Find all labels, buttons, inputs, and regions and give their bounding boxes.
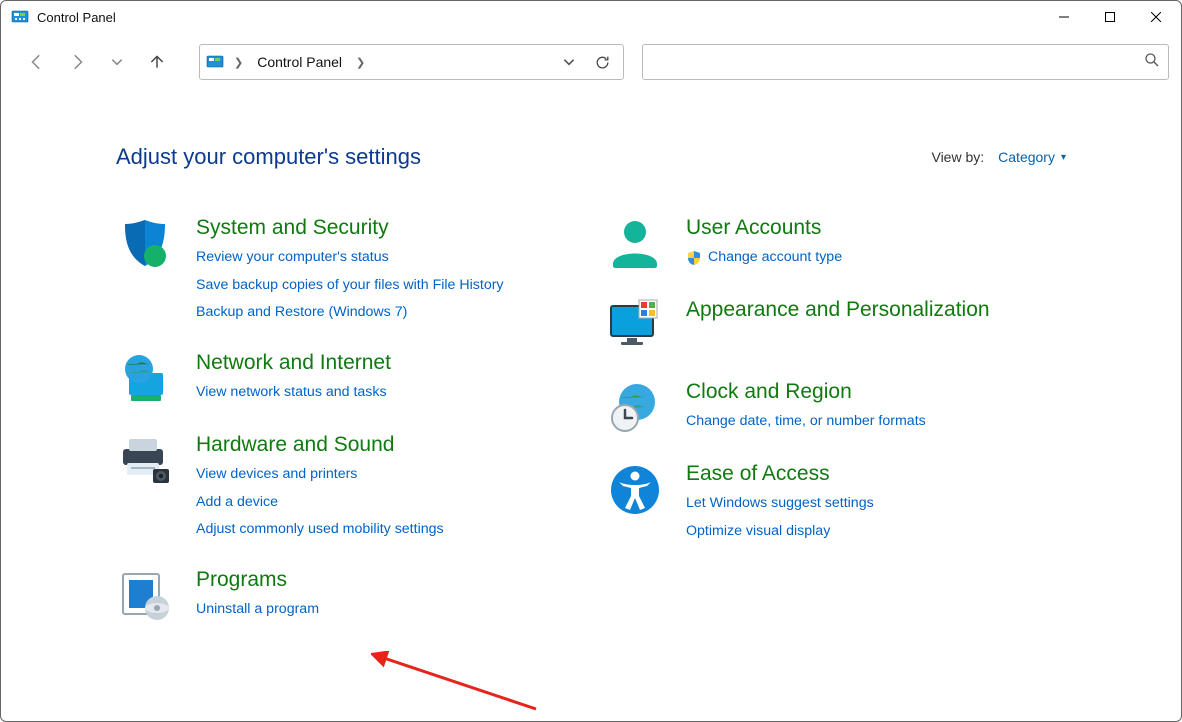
category-heading[interactable]: User Accounts (686, 216, 1066, 240)
link-backup-restore[interactable]: Backup and Restore (Windows 7) (196, 299, 576, 327)
minimize-button[interactable] (1041, 2, 1087, 32)
search-box[interactable] (642, 44, 1169, 80)
category-heading[interactable]: Appearance and Personalization (686, 298, 1066, 322)
globe-icon (116, 351, 174, 409)
category-heading[interactable]: System and Security (196, 216, 576, 240)
accessibility-icon (606, 462, 664, 520)
search-icon[interactable] (1144, 52, 1160, 73)
category-heading[interactable]: Ease of Access (686, 462, 1066, 486)
link-optimize-display[interactable]: Optimize visual display (686, 518, 1066, 546)
category-heading[interactable]: Programs (196, 568, 576, 592)
refresh-button[interactable] (587, 54, 617, 71)
link-uninstall-program[interactable]: Uninstall a program (196, 596, 576, 624)
category-user-accounts: User Accounts Change account type (606, 216, 1066, 274)
link-mobility-settings[interactable]: Adjust commonly used mobility settings (196, 516, 576, 544)
category-clock-region: Clock and Region Change date, time, or n… (606, 380, 1066, 438)
category-ease-of-access: Ease of Access Let Windows suggest setti… (606, 462, 1066, 545)
category-programs: Programs Uninstall a program (116, 568, 576, 626)
uac-shield-icon (686, 250, 702, 266)
category-hardware-sound: Hardware and Sound View devices and prin… (116, 433, 576, 544)
printer-icon (116, 433, 174, 491)
link-date-time-formats[interactable]: Change date, time, or number formats (686, 408, 1066, 436)
shield-icon (116, 216, 174, 274)
toolbar: ❯ Control Panel ❯ (1, 33, 1181, 89)
category-heading[interactable]: Hardware and Sound (196, 433, 576, 457)
address-bar[interactable]: ❯ Control Panel ❯ (199, 44, 624, 80)
content-area: Adjust your computer's settings View by:… (1, 89, 1181, 721)
view-by-label: View by: (931, 149, 984, 165)
maximize-button[interactable] (1087, 2, 1133, 32)
programs-icon (116, 568, 174, 626)
link-add-device[interactable]: Add a device (196, 489, 576, 517)
window-title: Control Panel (37, 10, 116, 25)
search-input[interactable] (651, 54, 1144, 70)
left-column: System and Security Review your computer… (116, 216, 576, 650)
close-button[interactable] (1133, 2, 1179, 32)
monitor-icon (606, 298, 664, 356)
back-button[interactable] (19, 44, 55, 80)
breadcrumb[interactable]: Control Panel (253, 50, 346, 74)
link-file-history[interactable]: Save backup copies of your files with Fi… (196, 272, 576, 300)
app-icon (11, 8, 29, 26)
recent-locations-button[interactable] (99, 44, 135, 80)
title-bar: Control Panel (1, 1, 1181, 33)
clock-globe-icon (606, 380, 664, 438)
link-change-account-type[interactable]: Change account type (708, 244, 842, 272)
right-column: User Accounts Change account type (606, 216, 1066, 650)
control-panel-icon (206, 53, 224, 71)
link-review-status[interactable]: Review your computer's status (196, 244, 576, 272)
category-columns: System and Security Review your computer… (116, 216, 1066, 650)
category-appearance: Appearance and Personalization (606, 298, 1066, 356)
link-devices-printers[interactable]: View devices and printers (196, 461, 576, 489)
address-dropdown-button[interactable] (555, 55, 583, 69)
chevron-right-icon[interactable]: ❯ (350, 56, 371, 69)
header-row: Adjust your computer's settings View by:… (116, 144, 1066, 170)
category-network-internet: Network and Internet View network status… (116, 351, 576, 409)
user-icon (606, 216, 664, 274)
view-by-dropdown[interactable]: Category ▾ (998, 149, 1066, 165)
chevron-right-icon[interactable]: ❯ (228, 56, 249, 69)
up-button[interactable] (139, 44, 175, 80)
page-title: Adjust your computer's settings (116, 144, 931, 170)
link-suggest-settings[interactable]: Let Windows suggest settings (686, 490, 1066, 518)
category-heading[interactable]: Network and Internet (196, 351, 576, 375)
view-by-value: Category (998, 149, 1055, 165)
link-network-status[interactable]: View network status and tasks (196, 379, 576, 407)
category-heading[interactable]: Clock and Region (686, 380, 1066, 404)
view-by: View by: Category ▾ (931, 149, 1066, 165)
chevron-down-icon: ▾ (1061, 152, 1066, 163)
category-system-security: System and Security Review your computer… (116, 216, 576, 327)
forward-button[interactable] (59, 44, 95, 80)
